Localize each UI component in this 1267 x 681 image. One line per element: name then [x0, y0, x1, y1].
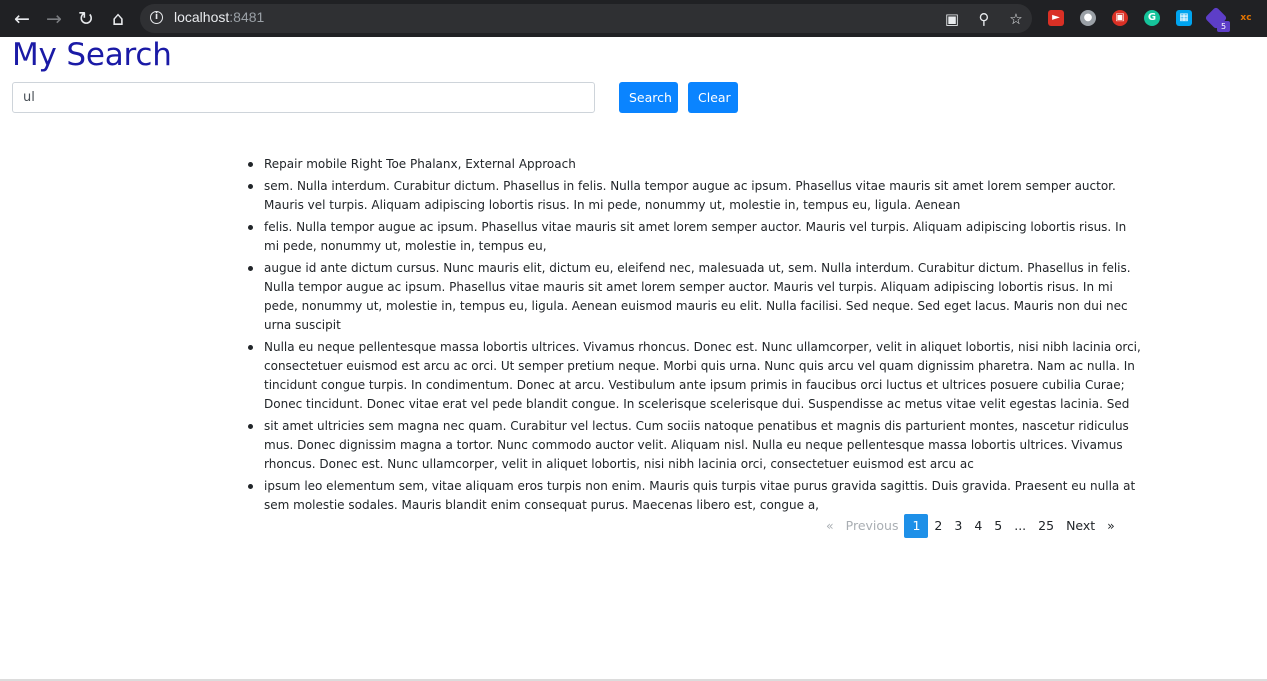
- list-item: ipsum leo elementum sem, vitae aliquam e…: [248, 477, 1144, 515]
- back-icon[interactable]: ←: [9, 6, 35, 32]
- home-icon[interactable]: ⌂: [105, 6, 131, 32]
- bookmark-star-icon[interactable]: ☆: [1004, 7, 1028, 31]
- next-page-link[interactable]: Next »: [1060, 514, 1121, 538]
- windows-icon[interactable]: ▦: [1176, 10, 1192, 26]
- page-link-1[interactable]: 1: [904, 514, 929, 538]
- list-item: Repair mobile Right Toe Phalanx, Externa…: [248, 155, 1144, 174]
- list-item: felis. Nulla tempor augue ac ipsum. Phas…: [248, 218, 1144, 256]
- forward-icon[interactable]: →: [41, 6, 67, 32]
- next-arrow-icon: »: [1107, 518, 1115, 533]
- clear-button[interactable]: Clear: [688, 82, 738, 113]
- browser-toolbar: ← → ↻ ⌂ i localhost:8481 ▣ ⚲ ☆ ► ● ▣ G ▦…: [0, 0, 1267, 37]
- pagination-ellipsis: ...: [1014, 518, 1027, 533]
- list-item: sem. Nulla interdum. Curabitur dictum. P…: [248, 177, 1144, 215]
- site-info-icon[interactable]: i: [150, 11, 163, 24]
- previous-label: Previous: [845, 518, 899, 533]
- extension-lock-icon[interactable]: ▣: [1112, 10, 1128, 26]
- address-bar[interactable]: i localhost:8481 ▣ ⚲ ☆: [140, 4, 1032, 33]
- zoom-icon[interactable]: ⚲: [972, 7, 996, 31]
- reload-icon[interactable]: ↻: [73, 6, 99, 32]
- pagination: « Previous 1 2 3 4 5 ... 25 Next »: [820, 514, 1121, 538]
- previous-arrow-icon: «: [826, 518, 834, 533]
- search-input[interactable]: [12, 82, 595, 113]
- page-link-4[interactable]: 4: [968, 514, 988, 538]
- results-list: Repair mobile Right Toe Phalanx, Externa…: [248, 155, 1144, 518]
- next-label: Next: [1066, 518, 1096, 533]
- page-title: My Search: [12, 37, 172, 73]
- extension-circle-icon[interactable]: ●: [1080, 10, 1096, 26]
- previous-page-link: « Previous: [820, 514, 904, 538]
- url-host: localhost: [174, 9, 230, 25]
- page-link-3[interactable]: 3: [948, 514, 968, 538]
- url-port: :8481: [229, 9, 265, 25]
- list-item: Nulla eu neque pellentesque massa lobort…: [248, 338, 1144, 414]
- page-link-5[interactable]: 5: [988, 514, 1008, 538]
- extension-badge: 5: [1217, 21, 1230, 32]
- cast-icon[interactable]: ▣: [940, 7, 964, 31]
- extension-xc-icon[interactable]: xc: [1238, 10, 1254, 26]
- url-text[interactable]: localhost:8481: [174, 9, 264, 25]
- grammarly-icon[interactable]: G: [1144, 10, 1160, 26]
- page-link-2[interactable]: 2: [928, 514, 948, 538]
- search-button[interactable]: Search: [619, 82, 678, 113]
- list-item: augue id ante dictum cursus. Nunc mauris…: [248, 259, 1144, 335]
- extension-red-icon[interactable]: ►: [1048, 10, 1064, 26]
- page-link-25[interactable]: 25: [1032, 514, 1060, 538]
- list-item: sit amet ultricies sem magna nec quam. C…: [248, 417, 1144, 474]
